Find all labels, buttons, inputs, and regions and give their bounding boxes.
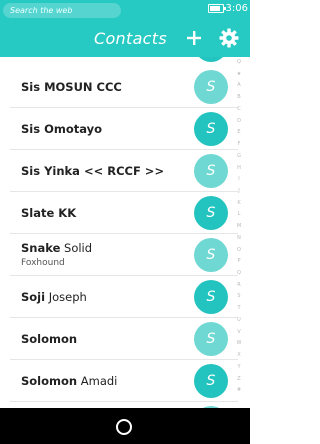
add-contact-button[interactable] (184, 28, 204, 48)
contact-row[interactable]: Solomon Amadi S (0, 360, 250, 402)
index-letter[interactable]: # (234, 387, 244, 393)
index-letter[interactable]: R (234, 282, 244, 288)
index-letter[interactable]: Q (234, 59, 244, 65)
gear-icon (219, 28, 239, 48)
status-bar: Search the web 3:06 (0, 0, 250, 20)
index-letter[interactable]: J (234, 188, 244, 194)
app-header: Contacts (0, 20, 250, 57)
index-letter[interactable]: X (234, 352, 244, 358)
index-letter[interactable]: U (234, 317, 244, 323)
contact-row[interactable]: S (0, 57, 250, 66)
contact-name: Sis Omotayo (21, 122, 102, 136)
index-letter[interactable]: T (234, 305, 244, 311)
avatar: S (194, 322, 228, 356)
contact-name: Snake Solid (21, 241, 92, 255)
settings-button[interactable] (218, 27, 240, 49)
contact-first-name: Snake (21, 241, 61, 255)
index-letter[interactable]: F (234, 141, 244, 147)
avatar: S (194, 154, 228, 188)
index-letter[interactable]: K (234, 200, 244, 206)
status-indicators: 3:06 (207, 3, 248, 14)
avatar: S (194, 70, 228, 104)
avatar: S (194, 238, 228, 272)
contact-row[interactable]: Solomon S (0, 318, 250, 360)
index-letter[interactable]: P (234, 258, 244, 264)
index-letter[interactable]: M (234, 223, 244, 229)
index-letter[interactable]: D (234, 118, 244, 124)
index-letter[interactable]: L (234, 211, 244, 217)
index-letter[interactable]: B (234, 94, 244, 100)
home-icon[interactable] (116, 419, 132, 435)
contact-row[interactable]: Sis Yinka << RCCF >> S (0, 150, 250, 192)
contact-name: Solomon (21, 332, 77, 346)
contact-name: Sis Yinka << RCCF >> (21, 164, 164, 178)
index-letter[interactable]: V (234, 329, 244, 335)
contact-name: Sis MOSUN CCC (21, 80, 122, 94)
index-letter[interactable]: G (234, 153, 244, 159)
contact-first-name: Sis Omotayo (21, 122, 103, 136)
index-letter[interactable]: Z (234, 376, 244, 382)
contact-name: Slate KK (21, 206, 76, 220)
avatar: S (194, 112, 228, 146)
index-letter[interactable]: I (234, 176, 244, 182)
plus-icon (187, 31, 201, 45)
index-letter[interactable]: Q (234, 270, 244, 276)
index-letter[interactable]: C (234, 106, 244, 112)
status-time: 3:06 (225, 3, 248, 14)
contact-row[interactable]: Soji Joseph S (0, 276, 250, 318)
navigation-bar (0, 408, 250, 444)
battery-icon (207, 4, 226, 13)
index-letter[interactable]: S (234, 293, 244, 299)
contact-name: Solomon Amadi (21, 374, 117, 388)
contact-first-name: Sis Yinka << RCCF >> (21, 164, 165, 178)
search-placeholder: Search the web (10, 5, 73, 15)
index-letter[interactable]: W (234, 340, 244, 346)
contact-row[interactable]: Slate KK S (0, 192, 250, 234)
index-letter[interactable]: A (234, 82, 244, 88)
contact-organization: Foxhound (21, 258, 65, 268)
alphabet-index[interactable]: Q ★ A B C D E F G H I J K L M N O P Q R S T U V W X Y Z # (234, 59, 244, 404)
avatar: S (194, 280, 228, 314)
index-letter[interactable]: E (234, 129, 244, 135)
contact-last-name: Solid (64, 241, 93, 255)
contact-first-name: Soji (21, 290, 46, 304)
index-letter[interactable]: H (234, 165, 244, 171)
contact-first-name: Slate KK (21, 206, 77, 220)
contact-row[interactable]: Sis Omotayo S (0, 108, 250, 150)
contact-first-name: Sis MOSUN CCC (21, 80, 122, 94)
avatar: S (194, 57, 228, 62)
contact-first-name: Solomon (21, 374, 78, 388)
contact-row[interactable]: Snake Solid Foxhound S (0, 234, 250, 276)
index-letter[interactable]: ★ (234, 71, 244, 77)
contact-row[interactable]: Sis MOSUN CCC S (0, 66, 250, 108)
contact-list[interactable]: SSis MOSUN CCCSSis OmotayoSSis Yinka << … (0, 57, 250, 408)
index-letter[interactable]: Y (234, 364, 244, 370)
contact-last-name: Amadi (80, 374, 118, 388)
contact-first-name: Solomon (21, 332, 78, 346)
avatar: S (194, 196, 228, 230)
search-bar[interactable]: Search the web (3, 2, 121, 18)
contact-name: Soji Joseph (21, 290, 87, 304)
index-letter[interactable]: O (234, 247, 244, 253)
index-letter[interactable]: N (234, 235, 244, 241)
page-title: Contacts (94, 29, 167, 48)
avatar: S (194, 364, 228, 398)
contact-last-name: Joseph (48, 290, 87, 304)
